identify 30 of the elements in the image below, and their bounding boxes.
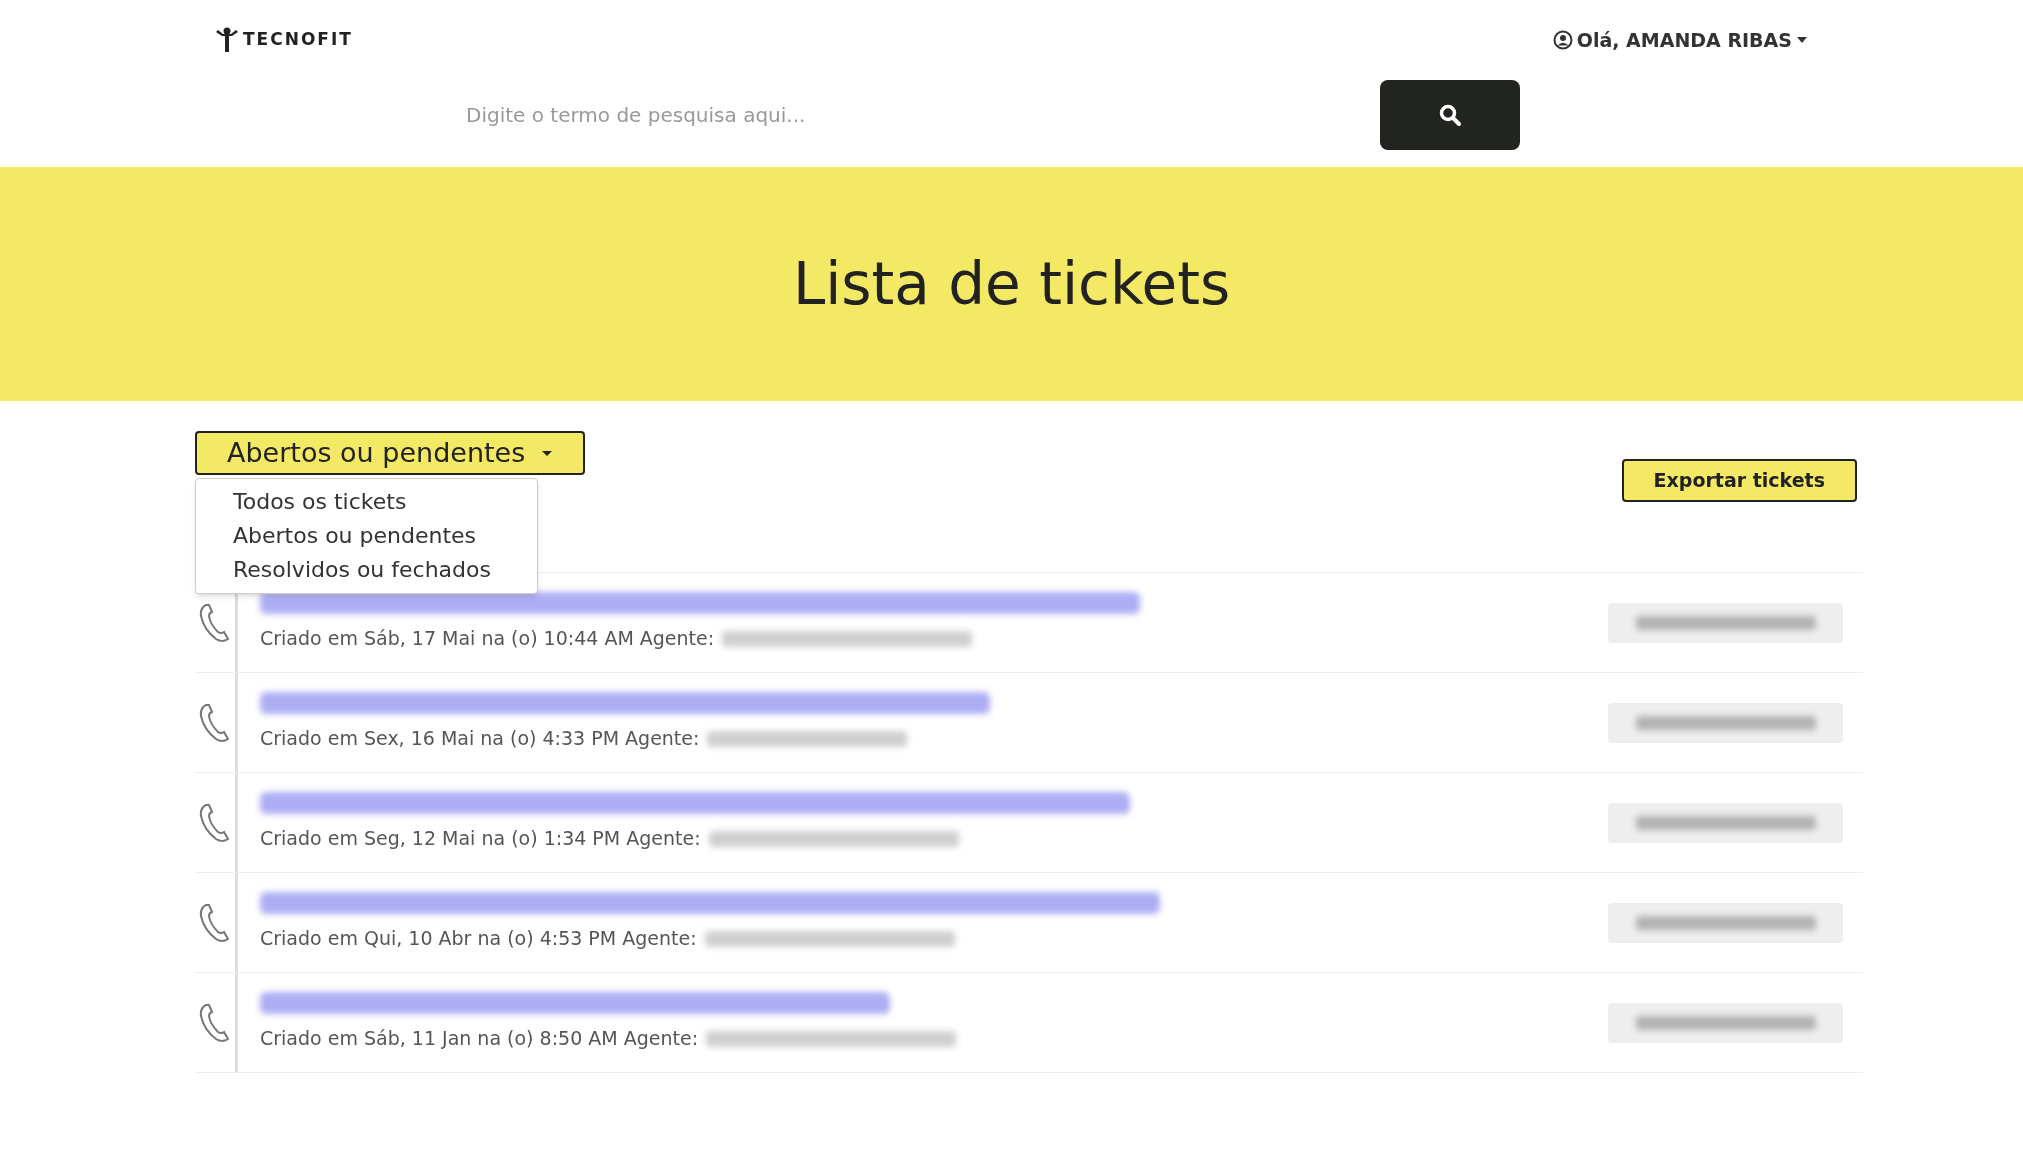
phone-icon bbox=[198, 701, 232, 744]
phone-icon bbox=[198, 901, 232, 944]
ticket-title-redacted[interactable] bbox=[260, 892, 1160, 915]
caret-icon bbox=[1796, 36, 1808, 44]
ticket-meta: Criado em Sáb, 17 Mai na (o) 10:44 AM Agente: bbox=[260, 626, 715, 652]
search-field[interactable]: Digite o termo de pesquisa aqui... bbox=[450, 80, 1380, 150]
dropdown-option[interactable]: Resolvidos ou fechados bbox=[196, 553, 537, 587]
ticket-meta: Criado em Sex, 16 Mai na (o) 4:33 PM Agente: bbox=[260, 726, 700, 752]
ticket-meta: Criado em Qui, 10 Abr na (o) 4:53 PM Agente: bbox=[260, 926, 697, 952]
ticket-meta: Criado em Sáb, 11 Jan na (o) 8:50 AM Agente: bbox=[260, 1026, 699, 1052]
ticket-title-redacted[interactable] bbox=[260, 792, 1130, 815]
page-title: Lista de tickets bbox=[792, 248, 1231, 320]
logo-icon bbox=[215, 27, 239, 53]
user-icon bbox=[1552, 30, 1573, 50]
search-icon bbox=[1438, 103, 1462, 127]
user-menu[interactable]: Olá, AMANDA RIBAS bbox=[1552, 25, 1808, 55]
ticket-title-redacted[interactable] bbox=[260, 692, 990, 715]
search-button[interactable] bbox=[1380, 80, 1520, 150]
logo-text: TECNOFIT bbox=[243, 28, 353, 52]
filter-dropdown[interactable]: Abertos ou pendentes bbox=[195, 431, 586, 475]
ticket-meta: Criado em Seg, 12 Mai na (o) 1:34 PM Agente: bbox=[260, 826, 701, 852]
phone-icon bbox=[198, 801, 232, 844]
dropdown-option[interactable]: Abertos ou pendentes bbox=[196, 519, 537, 553]
ticket-title-redacted[interactable] bbox=[260, 992, 890, 1015]
caret-icon bbox=[541, 449, 554, 457]
phone-icon bbox=[198, 601, 232, 644]
dropdown-option[interactable]: Todos os tickets bbox=[196, 485, 537, 519]
phone-icon bbox=[198, 1001, 232, 1044]
ticket-title-redacted[interactable] bbox=[260, 592, 1140, 615]
export-button[interactable]: Exportar tickets bbox=[1621, 459, 1857, 502]
